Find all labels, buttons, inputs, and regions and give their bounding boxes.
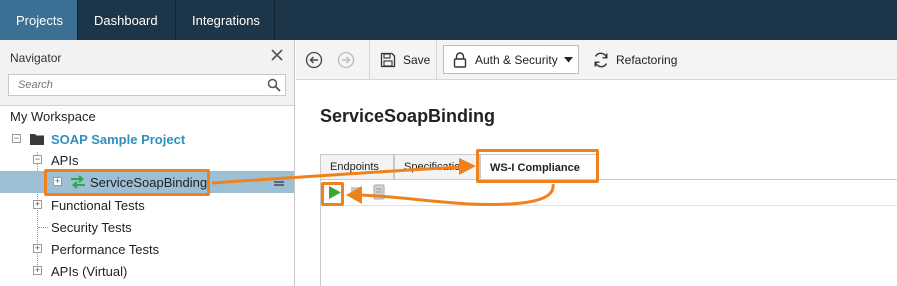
tree-item-service-binding[interactable]: + ServiceSoapBinding	[0, 171, 294, 193]
toolbar-divider	[436, 40, 437, 80]
compliance-panel	[320, 180, 897, 286]
chevron-down-icon	[564, 57, 573, 63]
refactoring-button[interactable]: Refactoring	[592, 40, 677, 80]
expand-icon[interactable]: +	[33, 244, 42, 253]
save-button[interactable]: Save	[380, 40, 430, 80]
tree-item-apis[interactable]: − APIs	[0, 149, 294, 171]
expand-icon[interactable]: +	[33, 200, 42, 209]
tab-ws-i-compliance[interactable]: WS-I Compliance	[480, 154, 598, 180]
navigator-panel: Navigator My Workspace − SOAP Sample Pro…	[0, 40, 295, 286]
functional-tests-label: Functional Tests	[51, 197, 145, 213]
collapse-icon[interactable]: −	[12, 134, 21, 143]
stop-icon[interactable]	[350, 186, 362, 198]
tab-specification[interactable]: Specification	[394, 154, 480, 179]
navigator-header: Navigator	[0, 40, 294, 106]
back-icon[interactable]	[305, 51, 323, 69]
tab-integrations[interactable]: Integrations	[176, 0, 275, 40]
auth-security-dropdown[interactable]: Auth & Security	[443, 45, 579, 74]
tab-integrations-label: Integrations	[192, 12, 260, 28]
tab-endpoints-label: Endpoints	[330, 161, 379, 173]
tab-dashboard-label: Dashboard	[94, 12, 158, 28]
tab-projects-label: Projects	[16, 12, 63, 28]
performance-tests-label: Performance Tests	[51, 241, 160, 257]
page-title: ServiceSoapBinding	[320, 106, 496, 126]
tree-item-apis-virtual[interactable]: + APIs (Virtual)	[0, 260, 294, 282]
refactoring-label: Refactoring	[616, 53, 678, 67]
compliance-toolbar	[321, 180, 897, 206]
save-icon	[380, 52, 396, 68]
folder-icon	[30, 134, 44, 145]
soap-binding-icon	[71, 175, 85, 189]
tree-item-performance-tests[interactable]: + Performance Tests	[0, 238, 294, 260]
tree-item-functional-tests[interactable]: + Functional Tests	[0, 194, 294, 216]
options-icon[interactable]	[373, 184, 385, 200]
close-icon[interactable]	[270, 48, 284, 62]
tab-dashboard[interactable]: Dashboard	[78, 0, 176, 40]
tab-projects[interactable]: Projects	[0, 0, 78, 40]
navigator-title: Navigator	[10, 51, 62, 65]
lock-icon	[453, 51, 467, 68]
search-input[interactable]	[9, 75, 259, 95]
search-box	[8, 74, 286, 96]
collapse-icon[interactable]: −	[33, 155, 42, 164]
editor-toolbar: Save Auth & Security Refactoring	[296, 40, 897, 80]
workspace-label: My Workspace	[10, 109, 96, 124]
expand-icon[interactable]: +	[33, 266, 42, 275]
editor-content: ServiceSoapBinding Endpoints Specificati…	[296, 81, 897, 286]
tab-specification-label: Specification	[404, 161, 467, 173]
expand-icon[interactable]: +	[53, 177, 62, 186]
refresh-icon	[594, 52, 608, 68]
tree-guide	[38, 227, 48, 228]
tree-item-security-tests[interactable]: Security Tests	[0, 216, 294, 238]
binding-label: ServiceSoapBinding	[90, 174, 208, 190]
tab-endpoints[interactable]: Endpoints	[320, 154, 394, 179]
security-tests-label: Security Tests	[51, 219, 132, 235]
forward-icon[interactable]	[337, 51, 355, 69]
auth-security-label: Auth & Security	[475, 52, 558, 67]
run-icon[interactable]	[328, 185, 342, 200]
menu-icon[interactable]	[274, 178, 284, 186]
project-label: SOAP Sample Project	[51, 131, 186, 147]
tab-ws-i-compliance-label: WS-I Compliance	[490, 161, 580, 174]
apis-label: APIs	[51, 152, 79, 168]
apis-virtual-label: APIs (Virtual)	[51, 263, 128, 279]
tree-item-project[interactable]: − SOAP Sample Project	[0, 128, 294, 150]
save-label: Save	[403, 53, 431, 67]
search-icon[interactable]	[267, 78, 281, 92]
toolbar-divider	[369, 40, 370, 80]
top-nav: Projects Dashboard Integrations	[0, 0, 897, 40]
